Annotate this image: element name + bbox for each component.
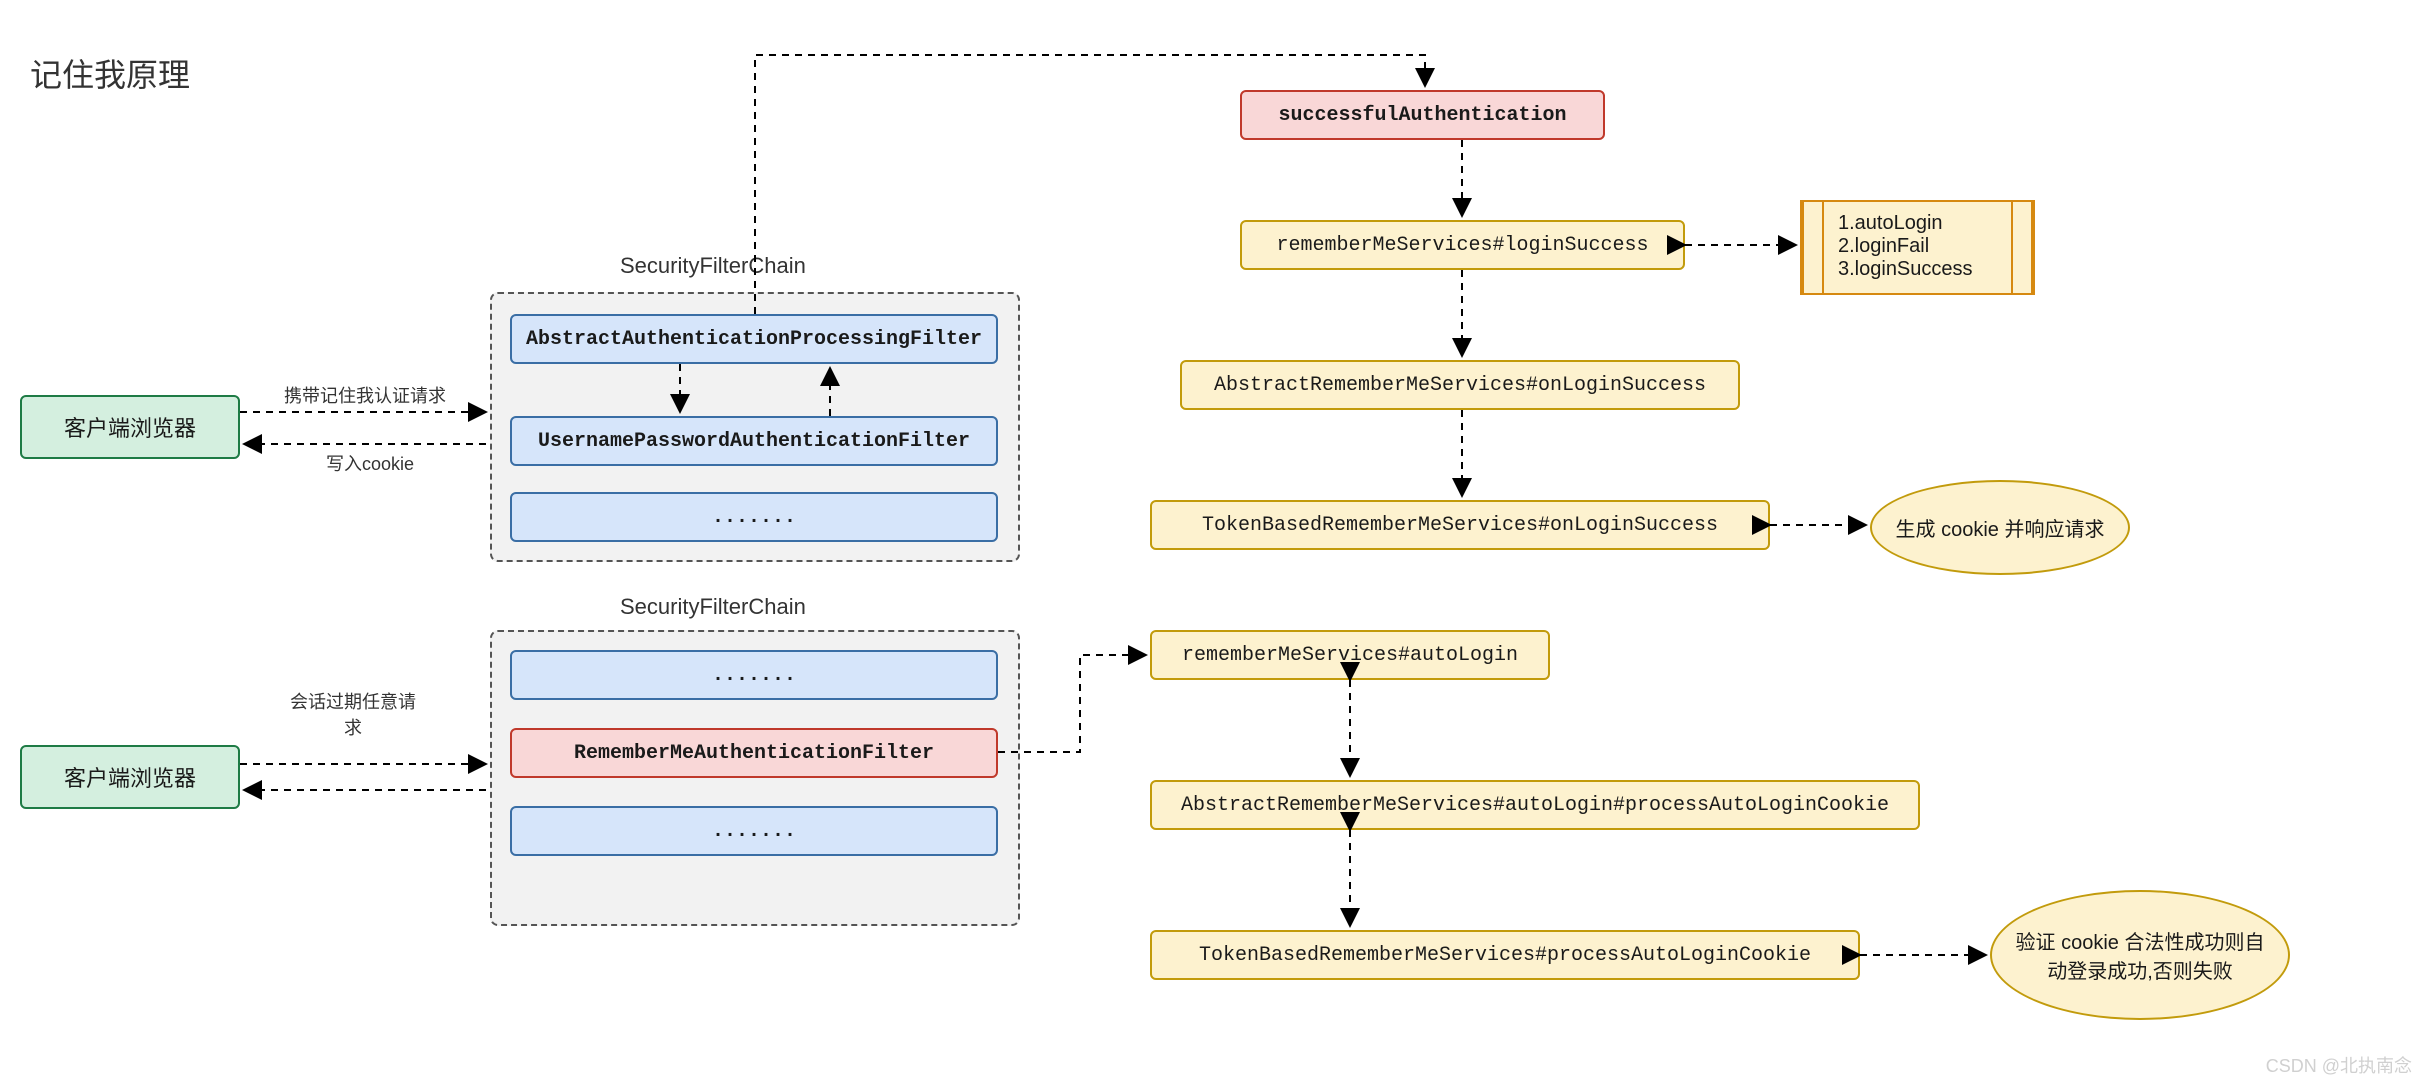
diagram-canvas: 记住我原理 CSDN @北执南念 客户端浏览器 客户端浏览器 携带记住我认证请求… (0, 0, 2432, 1088)
connectors-svg (0, 0, 2432, 1088)
